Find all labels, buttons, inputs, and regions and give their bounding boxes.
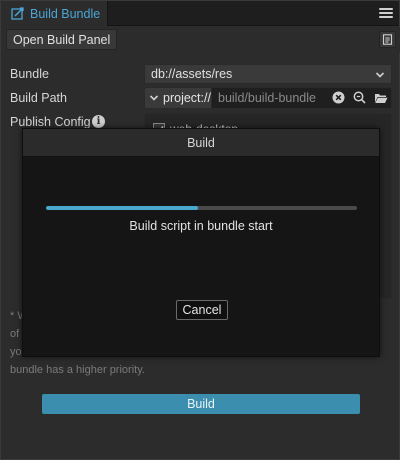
tab-build-bundle[interactable]: Build Bundle	[1, 1, 108, 26]
bundle-select[interactable]: db://assets/res	[144, 64, 392, 84]
progress-fill	[46, 206, 199, 210]
document-icon[interactable]	[379, 31, 396, 48]
tab-bar: Build Bundle	[1, 1, 399, 26]
path-protocol-select[interactable]: project://	[144, 87, 212, 109]
chevron-down-icon	[375, 69, 385, 83]
dialog-title: Build	[23, 129, 379, 157]
clear-icon[interactable]	[331, 90, 346, 105]
info-icon[interactable]: i	[92, 115, 105, 128]
build-bundle-icon	[11, 7, 24, 20]
toolbar: Open Build Panel	[2, 27, 400, 53]
build-path-value: build/build-bundle	[218, 91, 316, 105]
cancel-button[interactable]: Cancel	[176, 300, 228, 320]
build-bundle-panel: Build Bundle Open Build Panel Bundle db:…	[0, 0, 400, 460]
build-button[interactable]: Build	[42, 394, 360, 414]
bundle-label: Bundle	[10, 67, 49, 81]
hamburger-menu-icon[interactable]	[379, 6, 393, 20]
build-status-text: Build script in bundle start	[129, 219, 273, 233]
chevron-down-icon	[149, 95, 159, 101]
bundle-value: db://assets/res	[151, 67, 233, 81]
tab-label: Build Bundle	[30, 6, 101, 21]
path-protocol: project://	[163, 91, 211, 105]
progress-bar	[46, 206, 357, 210]
publish-config-label: Publish Config	[10, 115, 91, 129]
build-progress-dialog: Build Build script in bundle start Cance…	[22, 128, 380, 357]
note-line: bundle has a higher priority.	[10, 364, 145, 376]
folder-icon[interactable]	[373, 90, 388, 105]
build-path-label: Build Path	[10, 91, 67, 105]
open-build-panel-button[interactable]: Open Build Panel	[6, 29, 118, 50]
build-path-field: project:// build/build-bundle	[144, 87, 392, 109]
search-icon[interactable]	[352, 90, 367, 105]
